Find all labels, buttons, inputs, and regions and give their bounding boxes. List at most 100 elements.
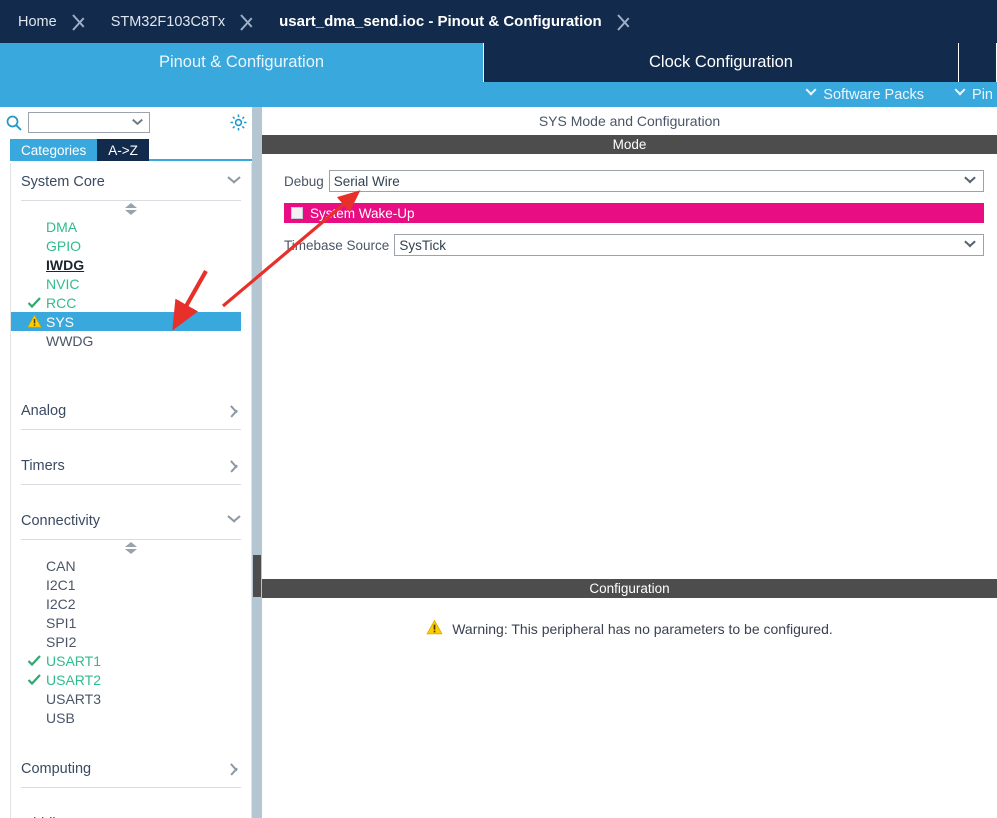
menu-label: Software Packs bbox=[823, 86, 925, 103]
up-down-arrows-icon bbox=[124, 203, 138, 215]
system-wake-up-label: System Wake-Up bbox=[310, 205, 415, 221]
field-label: Debug bbox=[284, 173, 324, 189]
tab-a-to-z[interactable]: A->Z bbox=[97, 139, 149, 161]
chevron-down-icon bbox=[964, 176, 975, 187]
configuration-panel: SYS Mode and Configuration Mode Debug Se… bbox=[262, 107, 997, 818]
warning-text: Warning: This peripheral has no paramete… bbox=[452, 621, 833, 637]
breadcrumb-label: Home bbox=[18, 13, 57, 30]
chevron-down-icon bbox=[227, 514, 241, 528]
configuration-section-body: Warning: This peripheral has no paramete… bbox=[262, 598, 997, 639]
mode-section-header: Mode bbox=[262, 135, 997, 154]
tree-item-i2c1[interactable]: I2C1 bbox=[11, 575, 251, 594]
no-parameters-warning: Warning: This peripheral has no paramete… bbox=[262, 619, 997, 639]
search-input[interactable] bbox=[28, 112, 150, 133]
tree-item-label: CAN bbox=[46, 557, 76, 574]
tree-item-rcc[interactable]: RCC bbox=[11, 293, 251, 312]
chevron-down-icon bbox=[964, 240, 975, 251]
chevron-right-icon bbox=[227, 404, 241, 418]
breadcrumb-chevron-icon bbox=[616, 0, 638, 43]
system-core-list: DMA GPIO IWDG NVIC RCC SYS WWDG bbox=[11, 217, 251, 350]
tree-group-middleware[interactable]: Middleware bbox=[21, 805, 241, 818]
tab-pinout-configuration[interactable]: Pinout & Configuration bbox=[0, 43, 484, 82]
tab-label: Categories bbox=[21, 142, 87, 158]
tree-item-label: I2C2 bbox=[46, 595, 76, 612]
tree-item-usart3[interactable]: USART3 bbox=[11, 689, 251, 708]
menu-software-packs[interactable]: Software Packs bbox=[805, 87, 924, 103]
page-title: SYS Mode and Configuration bbox=[262, 107, 997, 135]
tab-categories[interactable]: Categories bbox=[10, 139, 98, 161]
chevron-down-icon[interactable] bbox=[132, 118, 142, 128]
tree-scroll-handle[interactable] bbox=[11, 540, 251, 556]
group-gap bbox=[11, 485, 251, 502]
timebase-source-select[interactable]: SysTick bbox=[394, 234, 984, 256]
search-row bbox=[0, 107, 252, 138]
breadcrumb: Home STM32F103C8Tx usart_dma_send.ioc - … bbox=[0, 0, 997, 43]
tree-item-gpio[interactable]: GPIO bbox=[11, 236, 251, 255]
peripheral-tree[interactable]: System Core DMA GPIO IWDG NVIC RCC SYS W… bbox=[10, 163, 252, 818]
tree-item-sys[interactable]: SYS bbox=[11, 312, 241, 331]
field-row-timebase-source: Timebase Source SysTick bbox=[284, 234, 984, 256]
tree-item-usb[interactable]: USB bbox=[11, 708, 251, 727]
tree-item-label: I2C1 bbox=[46, 576, 76, 593]
search-icon bbox=[0, 115, 28, 131]
debug-select-value: Serial Wire bbox=[333, 173, 400, 189]
tree-group-analog[interactable]: Analog bbox=[21, 392, 241, 430]
tree-item-i2c2[interactable]: I2C2 bbox=[11, 594, 251, 613]
tree-item-usart2[interactable]: USART2 bbox=[11, 670, 251, 689]
tree-group-computing[interactable]: Computing bbox=[21, 750, 241, 788]
tab-clock-configuration[interactable]: Clock Configuration bbox=[484, 43, 959, 82]
debug-select[interactable]: Serial Wire bbox=[328, 170, 984, 192]
configuration-section-header: Configuration bbox=[262, 579, 997, 598]
tree-item-label: USB bbox=[46, 709, 75, 726]
tree-item-label: SYS bbox=[46, 313, 75, 330]
tree-item-wwdg[interactable]: WWDG bbox=[11, 331, 251, 350]
tree-group-timers[interactable]: Timers bbox=[21, 447, 241, 485]
field-label: Timebase Source bbox=[284, 237, 390, 253]
connectivity-list: CAN I2C1 I2C2 SPI1 SPI2 USART1 USART2 US… bbox=[11, 556, 251, 727]
tree-item-label: USART3 bbox=[46, 690, 101, 707]
breadcrumb-chevron-icon bbox=[71, 0, 93, 43]
tree-item-usart1[interactable]: USART1 bbox=[11, 651, 251, 670]
system-wake-up-row[interactable]: System Wake-Up bbox=[284, 203, 984, 223]
chevron-right-icon bbox=[227, 762, 241, 776]
mode-section-body: Debug Serial Wire System Wake-Up Timebas… bbox=[262, 154, 997, 559]
gear-icon[interactable] bbox=[229, 113, 248, 137]
tree-group-label: Analog bbox=[21, 402, 67, 419]
tree-item-nvic[interactable]: NVIC bbox=[11, 274, 251, 293]
breadcrumb-chevron-icon bbox=[239, 0, 261, 43]
tree-item-label: SPI2 bbox=[46, 633, 77, 650]
tree-item-label: GPIO bbox=[46, 237, 82, 254]
group-gap bbox=[11, 430, 251, 447]
tree-group-label: Computing bbox=[21, 760, 92, 777]
breadcrumb-item-mcu[interactable]: STM32F103C8Tx bbox=[93, 0, 239, 43]
breadcrumb-item-project[interactable]: usart_dma_send.ioc - Pinout & Configurat… bbox=[261, 0, 616, 43]
tree-item-iwdg[interactable]: IWDG bbox=[11, 255, 251, 274]
sidebar-scrollbar[interactable] bbox=[252, 107, 262, 818]
timebase-source-value: SysTick bbox=[399, 237, 447, 253]
tab-label: Pinout & Configuration bbox=[158, 53, 325, 71]
check-icon bbox=[27, 295, 42, 310]
tree-item-dma[interactable]: DMA bbox=[11, 217, 251, 236]
tree-group-connectivity[interactable]: Connectivity bbox=[21, 502, 241, 540]
tree-item-can[interactable]: CAN bbox=[11, 556, 251, 575]
chevron-right-icon bbox=[227, 459, 241, 473]
tree-item-spi2[interactable]: SPI2 bbox=[11, 632, 251, 651]
chevron-down-icon bbox=[954, 89, 965, 100]
tab-next-partial[interactable] bbox=[959, 43, 997, 82]
tree-scroll-handle[interactable] bbox=[11, 201, 251, 217]
menu-pinout[interactable]: Pin bbox=[954, 87, 997, 103]
tree-group-system-core[interactable]: System Core bbox=[21, 163, 241, 201]
breadcrumb-label: STM32F103C8Tx bbox=[110, 13, 226, 30]
tree-item-label: WWDG bbox=[46, 332, 94, 349]
group-gap bbox=[11, 788, 251, 805]
stm32cubemx-window: Home STM32F103C8Tx usart_dma_send.ioc - … bbox=[0, 0, 997, 818]
breadcrumb-item-home[interactable]: Home bbox=[0, 0, 71, 43]
tree-item-spi1[interactable]: SPI1 bbox=[11, 613, 251, 632]
up-down-arrows-icon bbox=[124, 542, 138, 554]
check-icon bbox=[27, 653, 42, 668]
system-wake-up-checkbox[interactable] bbox=[291, 207, 303, 219]
sidebar-scrollbar-thumb[interactable] bbox=[253, 555, 261, 597]
tree-item-label: DMA bbox=[46, 218, 78, 235]
